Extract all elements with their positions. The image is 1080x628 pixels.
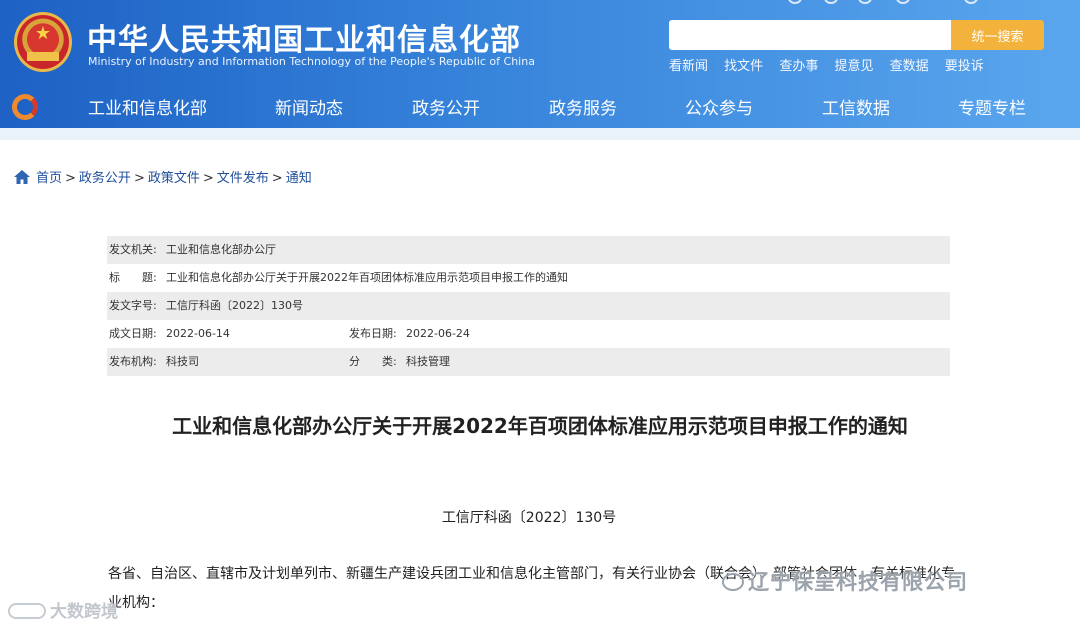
breadcrumb-home[interactable]: 首页 — [36, 171, 62, 186]
nav-item-participation[interactable]: 公众参与 — [685, 94, 753, 119]
breadcrumb-public-affairs[interactable]: 政务公开 — [79, 171, 131, 186]
document-meta-table: 发文机关: 工业和信息化部办公厅 标 题: 工业和信息化部办公厅关于开展2022年百… — [107, 236, 950, 376]
national-emblem-icon[interactable]: ★ — [14, 12, 72, 72]
nav-item-data[interactable]: 工信数据 — [822, 94, 890, 119]
meta-category: 科技管理 — [406, 355, 450, 368]
meta-category-cell: 分 类: 科技管理 — [347, 348, 450, 376]
breadcrumb-separator: > — [202, 171, 214, 186]
breadcrumb-separator: > — [65, 171, 76, 186]
meta-written-date: 2022-06-14 — [166, 327, 230, 340]
meta-row-dates: 成文日期: 2022-06-14 发布日期: 2022-06-24 — [107, 320, 950, 348]
utility-icon[interactable] — [824, 0, 838, 4]
breadcrumb-separator: > — [271, 171, 283, 186]
quick-links: 看新闻 找文件 查办事 提意见 查数据 要投诉 — [669, 55, 996, 74]
watermark-logo-icon — [8, 603, 46, 619]
meta-doc-number: 工信厅科函〔2022〕130号 — [166, 299, 303, 312]
quick-link-files[interactable]: 找文件 — [724, 59, 763, 74]
nav-item-news[interactable]: 新闻动态 — [275, 94, 343, 119]
breadcrumb-policy-files[interactable]: 政策文件 — [148, 171, 200, 186]
meta-label: 发布机构: — [109, 355, 157, 368]
quick-link-news[interactable]: 看新闻 — [669, 59, 708, 74]
wechat-icon — [722, 573, 744, 591]
watermark-company: 辽宁保呈科技有限公司 — [722, 566, 968, 596]
meta-label: 分 类: — [349, 355, 397, 368]
nav-item-topics[interactable]: 专题专栏 — [958, 94, 1026, 119]
emblem-base — [27, 52, 59, 61]
meta-publish-date-cell: 发布日期: 2022-06-24 — [347, 320, 470, 348]
breadcrumb: 首页 > 政务公开 > 政策文件 > 文件发布 > 通知 — [14, 167, 312, 186]
quick-link-data[interactable]: 查数据 — [890, 59, 929, 74]
meta-publish-date: 2022-06-24 — [406, 327, 470, 340]
meta-label: 成文日期: — [109, 327, 157, 340]
meta-label: 发文机关: — [109, 243, 157, 256]
meta-row-title: 标 题: 工业和信息化部办公厅关于开展2022年百项团体标准应用示范项目申报工作的… — [107, 264, 950, 292]
breadcrumb-notice[interactable]: 通知 — [286, 171, 312, 186]
search-input[interactable] — [669, 20, 951, 50]
meta-label: 发布日期: — [349, 327, 397, 340]
nav-item-services[interactable]: 政务服务 — [549, 94, 617, 119]
quick-link-feedback[interactable]: 提意见 — [834, 59, 873, 74]
watermark-source-text: 大数跨境 — [50, 602, 118, 622]
nav-item-public-affairs[interactable]: 政务公开 — [412, 94, 480, 119]
meta-label: 标 题: — [109, 271, 157, 284]
nav-item-ministry[interactable]: 工业和信息化部 — [88, 94, 207, 119]
meta-org: 科技司 — [166, 355, 199, 368]
watermark-source: 大数跨境 — [8, 597, 118, 622]
utility-icon[interactable] — [858, 0, 872, 4]
meta-row-issuer: 发文机关: 工业和信息化部办公厅 — [107, 236, 950, 264]
site-title[interactable]: 中华人民共和国工业和信息化部 — [87, 15, 521, 59]
star-icon: ★ — [34, 23, 52, 44]
top-utility-icons — [788, 0, 998, 4]
utility-icon[interactable] — [788, 0, 802, 4]
breadcrumb-separator: > — [133, 171, 145, 186]
utility-icon[interactable] — [896, 0, 910, 4]
breadcrumb-file-release[interactable]: 文件发布 — [217, 171, 269, 186]
meta-row-doc-number: 发文字号: 工信厅科函〔2022〕130号 — [107, 292, 950, 320]
main-nav: 工业和信息化部 新闻动态 政务公开 政务服务 公众参与 工信数据 专题专栏 — [0, 94, 1080, 120]
meta-label: 发文字号: — [109, 299, 157, 312]
home-icon[interactable] — [14, 170, 30, 184]
meta-title: 工业和信息化部办公厅关于开展2022年百项团体标准应用示范项目申报工作的通知 — [166, 271, 568, 284]
quick-link-complaint[interactable]: 要投诉 — [945, 59, 984, 74]
watermark-company-text: 辽宁保呈科技有限公司 — [748, 570, 968, 594]
site-subtitle: Ministry of Industry and Information Tec… — [88, 55, 535, 68]
document-title: 工业和信息化部办公厅关于开展2022年百项团体标准应用示范项目申报工作的通知 — [172, 414, 908, 438]
meta-issuer: 工业和信息化部办公厅 — [166, 243, 276, 256]
meta-row-org: 发布机构: 科技司 分 类: 科技管理 — [107, 348, 950, 376]
utility-icon[interactable] — [964, 0, 978, 4]
search-button[interactable]: 统一搜索 — [951, 20, 1044, 50]
document-number: 工信厅科函〔2022〕130号 — [441, 510, 617, 526]
quick-link-services[interactable]: 查办事 — [779, 59, 818, 74]
site-header: ★ 中华人民共和国工业和信息化部 Ministry of Industry an… — [0, 0, 1080, 140]
